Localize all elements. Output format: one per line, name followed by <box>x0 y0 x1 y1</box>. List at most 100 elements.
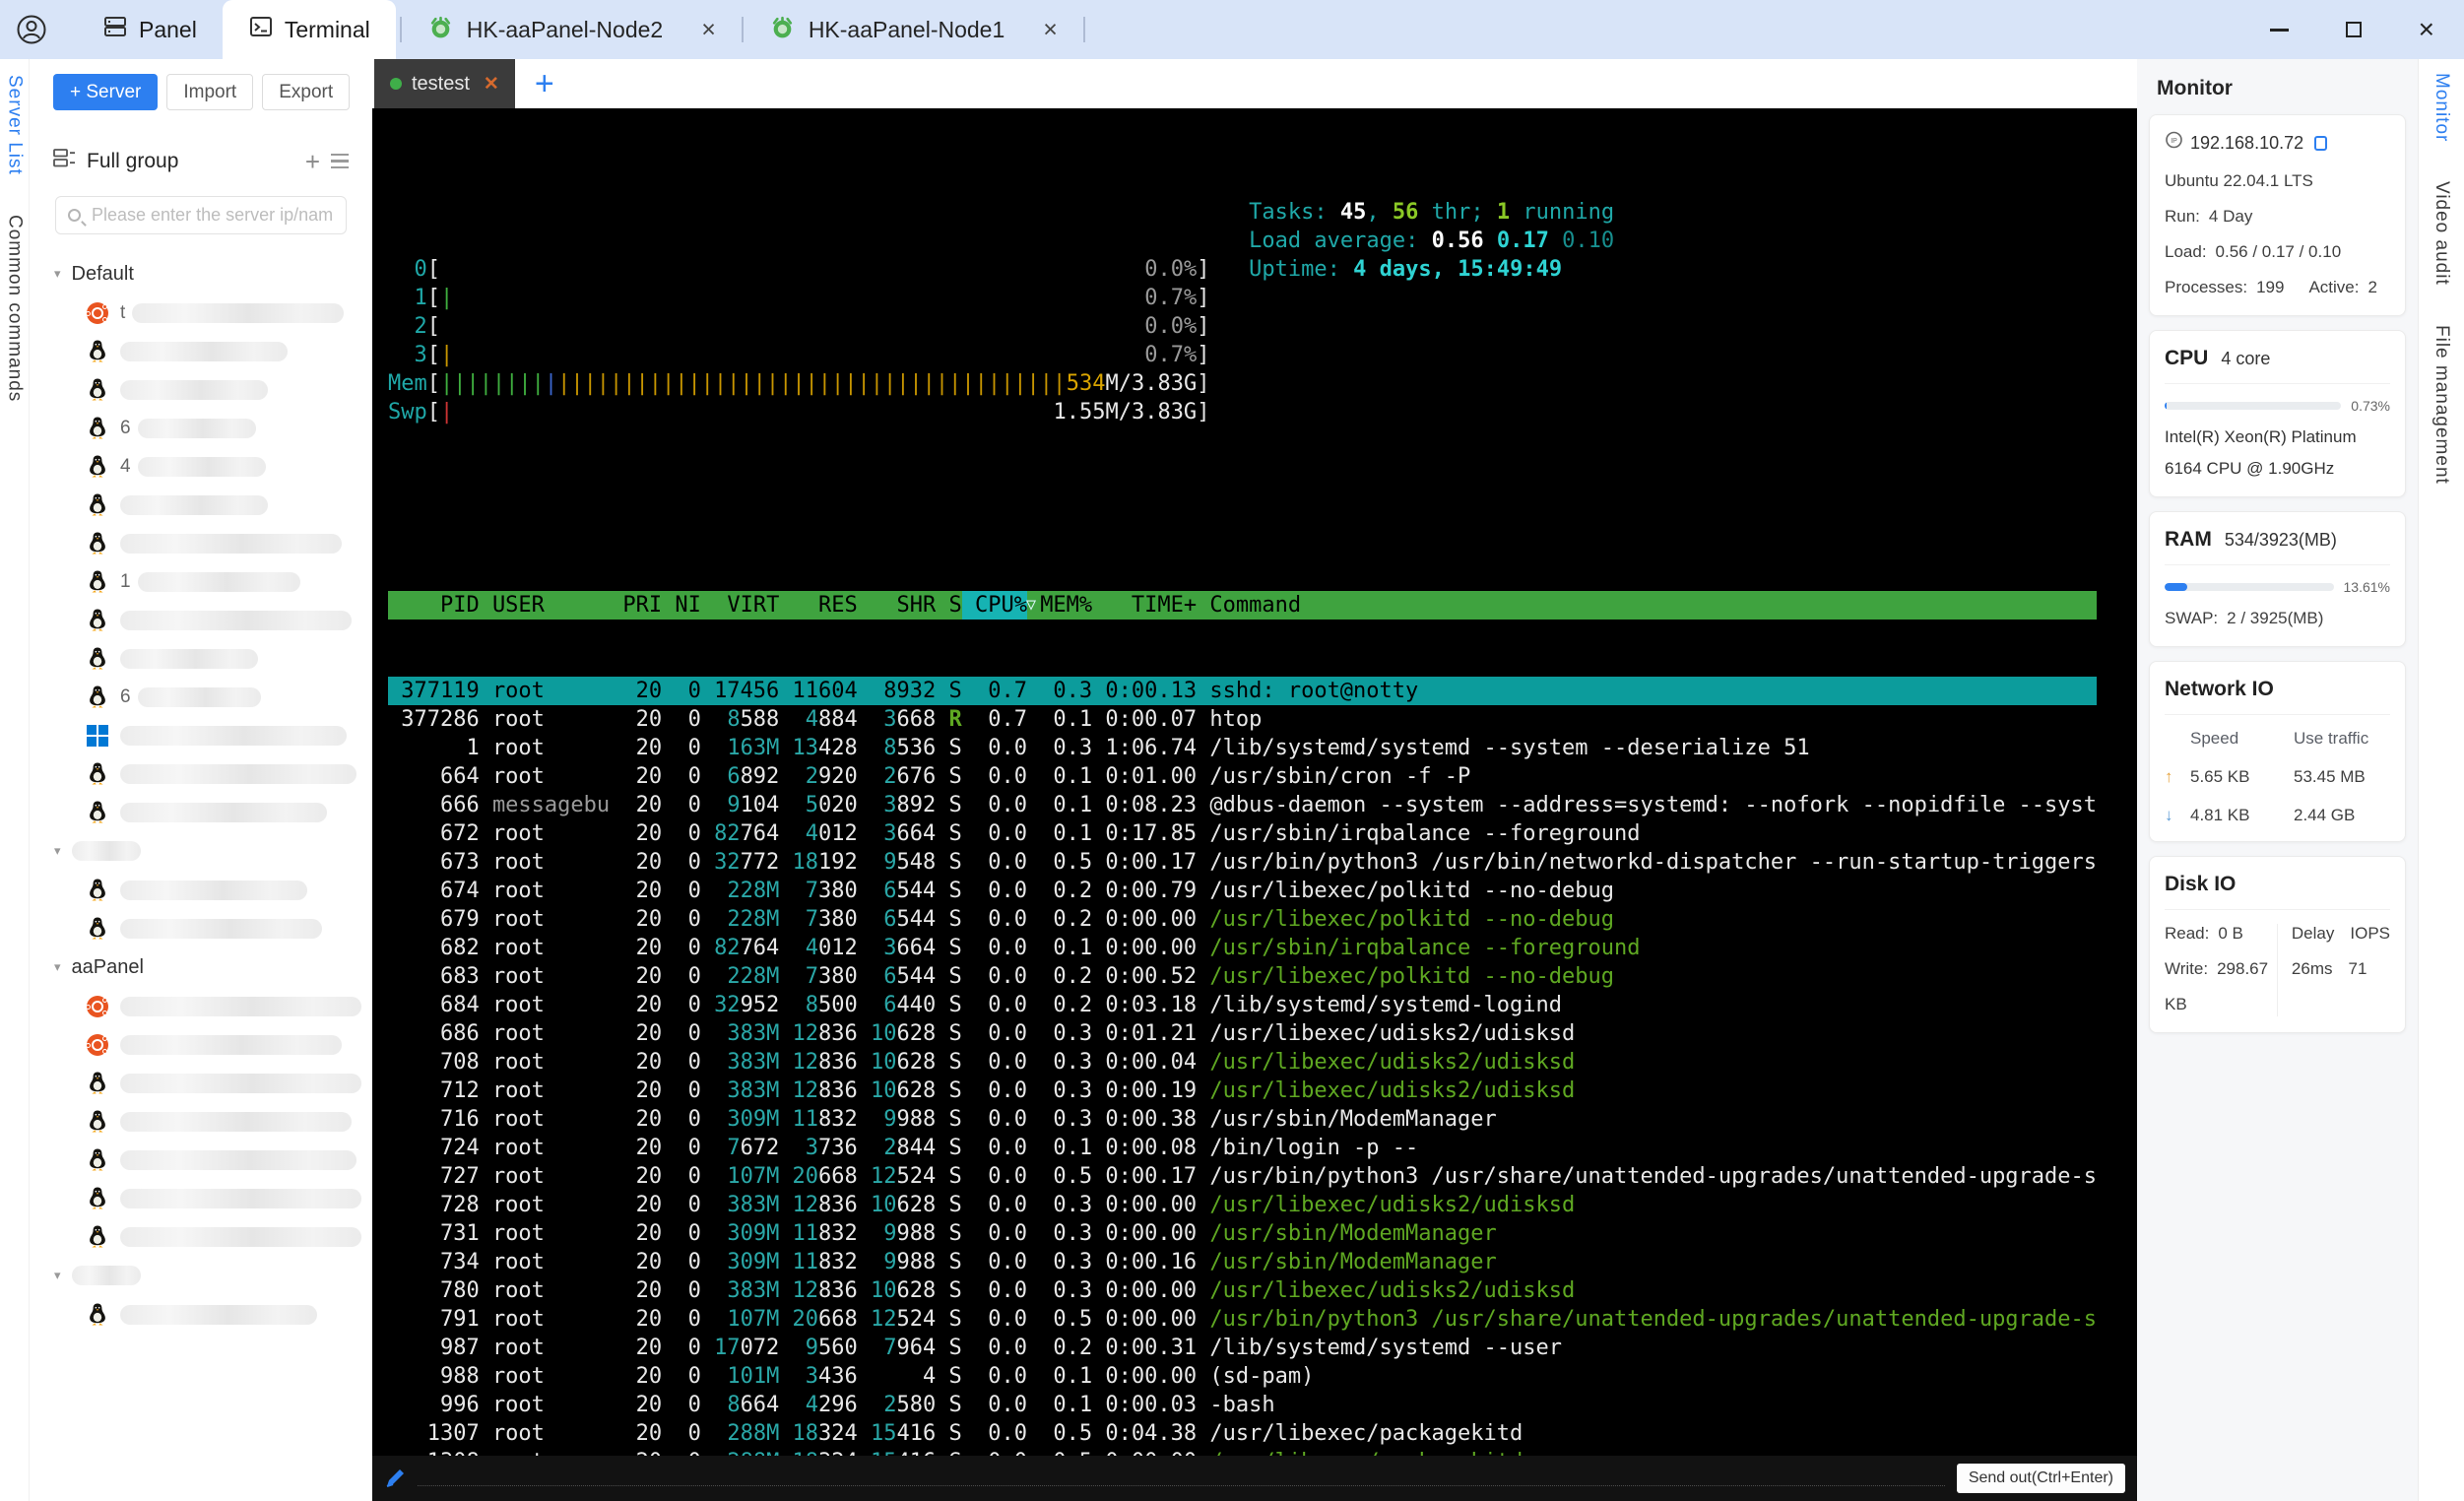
terminal-screen[interactable]: 0[0.0%] 1[| 0.7%] 2[0.0%] 3[| 0.7%] Mem[| | | | | |… <box>372 108 2137 1456</box>
process-row[interactable]: 674 root 20 0 228M 7380 6544 S 0.0 0.2 0:00.79/usr… <box>388 877 2097 905</box>
server-list-item[interactable] <box>30 1179 372 1217</box>
server-list-item[interactable] <box>30 601 372 639</box>
column-header-pid[interactable]: PID <box>388 591 480 620</box>
rail-tab-monitor[interactable]: Monitor <box>2431 73 2452 142</box>
process-row[interactable]: 377286 root 20 0 8588 4884 3668 R 0.7 0.1 0:00.07 h… <box>388 705 2097 734</box>
tab-terminal[interactable]: Terminal <box>222 0 396 59</box>
process-row[interactable]: 1308root200288M1832415416S0.00.50:00.00/… <box>388 1448 2097 1456</box>
close-tab-icon[interactable]: × <box>1043 17 1058 42</box>
session-tab-node2[interactable]: HK-aaPanel-Node2 × <box>406 0 738 59</box>
process-row[interactable]: 734 root 20 0 309M 11832 9988 S 0.0 0.3 0:00.16/us… <box>388 1248 2097 1276</box>
add-server-button[interactable]: + Server <box>53 74 159 110</box>
process-row[interactable]: 712 root 20 0 383M 12836 10628 S 0.0 0.3 0:00.19/u… <box>388 1077 2097 1105</box>
process-row[interactable]: 791 root 20 0 107M 20668 12524 S 0.0 0.5 0:00.00/u… <box>388 1305 2097 1334</box>
export-button[interactable]: Export <box>262 74 351 110</box>
copy-icon[interactable] <box>2309 130 2328 151</box>
terminal-session-tab[interactable]: testest ✕ <box>374 59 515 108</box>
maximize-icon[interactable] <box>2345 22 2362 37</box>
rail-common-commands[interactable]: Common commands <box>4 215 26 402</box>
rail-server-list[interactable]: Server List <box>4 75 26 175</box>
server-list-item[interactable] <box>30 987 372 1025</box>
server-list-item[interactable] <box>30 370 372 409</box>
list-view-icon[interactable] <box>331 153 349 169</box>
edit-pencil-icon[interactable] <box>384 1468 406 1489</box>
server-list-item[interactable]: 6 <box>30 409 372 447</box>
server-group-header[interactable]: ▾ <box>30 1256 372 1295</box>
column-header-mem[interactable]: MEM% <box>1027 591 1092 620</box>
column-header-cpu[interactable]: CPU% ▽ <box>961 591 1036 620</box>
server-list-item[interactable] <box>30 332 372 370</box>
new-terminal-tab-icon[interactable]: + <box>535 67 554 100</box>
cpu-model-line1: Intel(R) Xeon(R) Platinum <box>2165 427 2357 446</box>
server-list-item[interactable] <box>30 716 372 754</box>
column-header-ni[interactable]: NI <box>662 591 701 620</box>
tab-panel[interactable]: Panel <box>77 0 223 59</box>
search-input[interactable] <box>90 204 334 227</box>
process-row[interactable]: 377119 root 20 0 17456 11604 8932 S 0.7 0.3 0:00.1… <box>388 677 2098 705</box>
process-row[interactable]: 716 root 20 0 309M 11832 9988 S 0.0 0.3 0:00.38/us… <box>388 1105 2097 1134</box>
process-row[interactable]: 708 root 20 0 383M 12836 10628 S 0.0 0.3 0:00.04/u… <box>388 1048 2097 1077</box>
server-list-item[interactable] <box>30 1025 372 1064</box>
process-row[interactable]: 683 root 20 0 228M 7380 6544 S 0.0 0.2 0:00.52/usr… <box>388 962 2097 991</box>
column-header-pri[interactable]: PRI <box>610 591 662 620</box>
process-row[interactable]: 996 root 20 0 8664 4296 2580 S 0.0 0.1 0:00.03 -bas… <box>388 1391 2097 1419</box>
process-row[interactable]: 731 root 20 0 309M 11832 9988 S 0.0 0.3 0:00.00/us… <box>388 1219 2097 1248</box>
user-account-icon[interactable] <box>16 14 47 45</box>
rail-tab-file-management[interactable]: File management <box>2431 325 2452 485</box>
close-window-icon[interactable]: × <box>2419 16 2434 43</box>
column-header-res[interactable]: RES <box>779 591 858 620</box>
process-row[interactable]: 673 root 20 0 32772 18192 9548 S 0.0 0.5 0:00.17/u… <box>388 848 2097 877</box>
process-row[interactable]: 987 root 20 0 17072 9560 7964 S 0.0 0.2 0:00.31/li… <box>388 1334 2097 1362</box>
minimize-icon[interactable] <box>2269 28 2289 32</box>
column-header-user[interactable]: USER <box>480 591 610 620</box>
column-header-shr[interactable]: SHR <box>858 591 937 620</box>
process-row[interactable]: 988 root 20 0 101M 3436 4 S 0.0 0.1 0:00.00 (sd-pam… <box>388 1362 2097 1391</box>
server-list-item[interactable]: 6 <box>30 678 372 716</box>
server-list-item[interactable] <box>30 1295 372 1334</box>
rail-tab-video-audit[interactable]: Video audit <box>2431 181 2452 286</box>
terminal-input[interactable] <box>418 1470 1945 1486</box>
column-header-command[interactable]: Command <box>1197 591 2097 620</box>
process-row[interactable]: 727 root 20 0 107M 20668 12524 S 0.0 0.5 0:00.17/u… <box>388 1162 2097 1191</box>
server-list-item[interactable] <box>30 524 372 562</box>
server-list-item[interactable] <box>30 1217 372 1256</box>
column-header-s[interactable]: S <box>936 591 961 620</box>
process-row[interactable]: 672 root 20 0 82764 4012 3664 S 0.0 0.1 0:17.85/us… <box>388 819 2097 848</box>
process-row[interactable]: 684 root 20 0 32952 8500 6440 S 0.0 0.2 0:03.18/li… <box>388 991 2097 1019</box>
server-name-fragment: 6 <box>120 685 131 707</box>
process-row[interactable]: 682 root 20 0 82764 4012 3664 S 0.0 0.1 0:00.00/us… <box>388 934 2097 962</box>
close-terminal-tab-icon[interactable]: ✕ <box>484 73 499 96</box>
server-list-item[interactable]: 4 <box>30 447 372 486</box>
server-list-item[interactable] <box>30 1064 372 1102</box>
process-row[interactable]: 780 root 20 0 383M 12836 10628 S 0.0 0.3 0:00.00/u… <box>388 1276 2097 1305</box>
server-list-item[interactable] <box>30 1141 372 1179</box>
server-group-header[interactable]: ▾ <box>30 831 372 871</box>
server-list-item[interactable] <box>30 486 372 524</box>
add-group-icon[interactable]: + <box>305 149 320 174</box>
server-list-item[interactable] <box>30 1102 372 1141</box>
server-group-header[interactable]: ▾ Default <box>30 254 372 294</box>
server-list-item[interactable] <box>30 871 372 909</box>
process-row[interactable]: 1307 root 20 0 288M 18324 15416 S 0.0 0.5 0:04.38/… <box>388 1419 2097 1448</box>
server-list-item[interactable] <box>30 754 372 793</box>
process-row[interactable]: 679 root 20 0 228M 7380 6544 S 0.0 0.2 0:00.00/usr… <box>388 905 2097 934</box>
column-header-virt[interactable]: VIRT <box>701 591 779 620</box>
process-row[interactable]: 1 root 20 0 163M 13428 8536 S 0.0 0.3 1:06.74/lib/… <box>388 734 2097 762</box>
process-row[interactable]: 664 root 20 0 6892 2920 2676 S 0.0 0.1 0:01.00/usr… <box>388 762 2097 791</box>
server-list-item[interactable] <box>30 639 372 678</box>
process-row[interactable]: 666 messagebu 20 0 9104 5020 3892 S 0.0 0.1 0:08.2… <box>388 791 2097 819</box>
server-list-item[interactable]: t <box>30 294 372 332</box>
process-row[interactable]: 728 root 20 0 383M 12836 10628 S 0.0 0.3 0:00.00/u… <box>388 1191 2097 1219</box>
close-tab-icon[interactable]: × <box>701 17 716 42</box>
server-group-header[interactable]: ▾ aaPanel <box>30 947 372 987</box>
process-row[interactable]: 724 root 20 0 7672 3736 2844 S 0.0 0.1 0:00.08/bin… <box>388 1134 2097 1162</box>
server-list-item[interactable]: 1 <box>30 562 372 601</box>
session-tab-node1[interactable]: HK-aaPanel-Node1 × <box>747 0 1079 59</box>
send-button[interactable]: Send out(Ctrl+Enter) <box>1956 1464 2125 1493</box>
server-list-item[interactable] <box>30 793 372 831</box>
column-header-time[interactable]: TIME+ <box>1092 591 1197 620</box>
server-list-item[interactable] <box>30 909 372 947</box>
import-button[interactable]: Import <box>166 74 254 110</box>
process-row[interactable]: 686 root 20 0 383M 12836 10628 S 0.0 0.3 0:01.21/u… <box>388 1019 2097 1048</box>
group-selector[interactable]: Full group <box>87 150 178 173</box>
